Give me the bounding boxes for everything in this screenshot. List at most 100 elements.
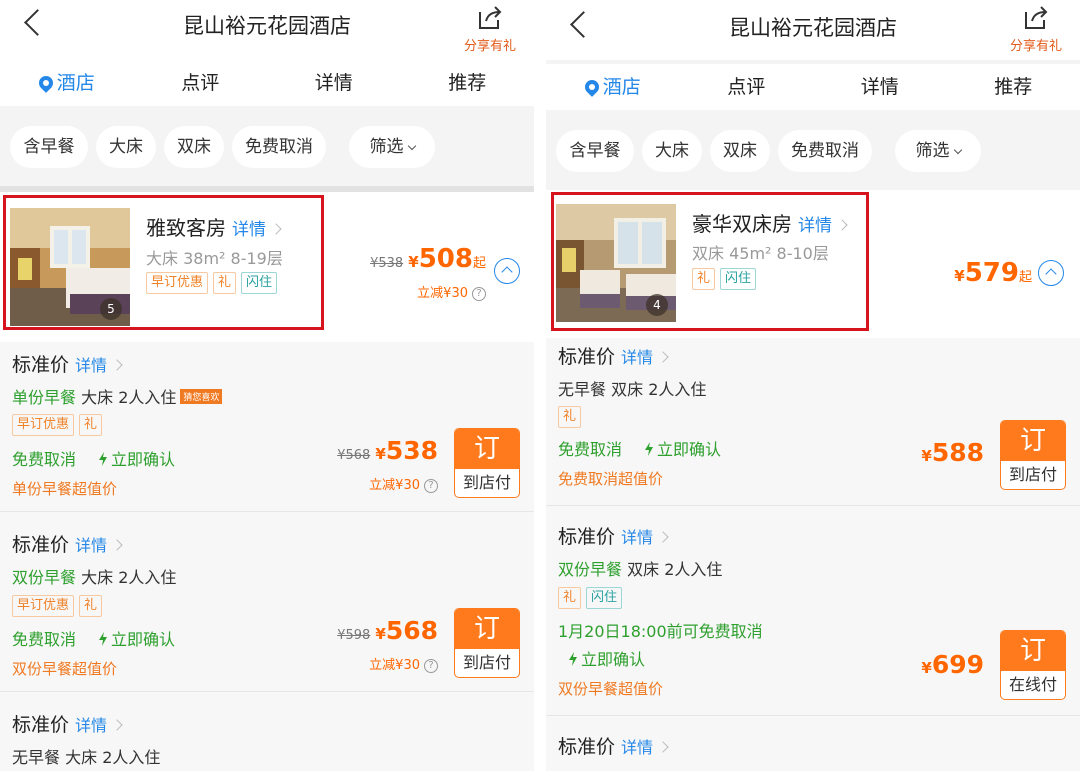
- collapse-chevron-up-icon[interactable]: [494, 258, 520, 284]
- lightning-icon: [645, 442, 654, 456]
- rate-title-row: 标准价 详情: [12, 530, 123, 557]
- currency-symbol: ¥: [375, 625, 386, 643]
- share-label: 分享有礼: [1009, 39, 1062, 54]
- meal-type: 双份早餐: [558, 560, 623, 579]
- book-button[interactable]: 订 在线付: [1000, 630, 1066, 700]
- tab-details[interactable]: 详情: [267, 60, 401, 106]
- rate-plan[interactable]: 标准价 详情 单份早餐 大床 2人入住 猜您喜欢 早订优惠 礼 免费取消 立即确认 单…: [0, 342, 534, 512]
- rate-title: 标准价: [12, 714, 70, 736]
- rate-plan[interactable]: 标准价 详情 双份早餐 双床 2人入住 礼 闪住 1月20日18:00前可免费取消…: [546, 506, 1080, 716]
- price-value: 508: [418, 244, 473, 274]
- help-icon[interactable]: ?: [424, 479, 438, 493]
- filter-more[interactable]: 筛选: [349, 126, 435, 168]
- panel-gap: [534, 0, 546, 771]
- rate-detail-link[interactable]: 详情: [621, 738, 653, 757]
- tab-label: 酒店: [56, 72, 95, 94]
- payment-type: 在线付: [1008, 675, 1057, 694]
- tab-details[interactable]: 详情: [813, 64, 947, 110]
- value-label: 单份早餐超值价: [12, 480, 118, 498]
- currency-symbol: ¥: [921, 447, 932, 465]
- share-icon: [479, 6, 502, 29]
- tab-recommend[interactable]: 推荐: [401, 60, 535, 106]
- chevron-right-icon: [111, 539, 123, 551]
- rate-tags: 早订优惠 礼: [12, 595, 103, 617]
- share-button[interactable]: 分享有礼: [1006, 2, 1066, 54]
- help-icon[interactable]: ?: [472, 287, 486, 301]
- book-button[interactable]: 订 到店付: [454, 428, 520, 498]
- share-button[interactable]: 分享有礼: [460, 2, 520, 54]
- filter-king-bed[interactable]: 大床: [642, 130, 702, 172]
- meal-type: 双份早餐: [12, 568, 77, 587]
- rate-plan[interactable]: 标准价 详情 无早餐 双床 2人入住 礼 免费取消 立即确认 免费取消超值价 ¥58…: [546, 338, 1080, 506]
- tag-gift: 礼: [79, 595, 103, 617]
- rate-detail-link[interactable]: 详情: [75, 356, 107, 375]
- nav-bar: 昆山裕元花园酒店 分享有礼: [0, 0, 534, 60]
- filter-more[interactable]: 筛选: [895, 130, 981, 172]
- original-price: ¥598: [337, 628, 371, 643]
- currency-symbol: ¥: [375, 445, 386, 463]
- help-icon[interactable]: ?: [424, 659, 438, 673]
- hotel-title: 昆山裕元花园酒店: [183, 14, 351, 38]
- rate-price: ¥598 ¥568: [337, 616, 438, 645]
- room-price: ¥579起: [954, 258, 1032, 288]
- rate-plan[interactable]: 标准价 详情: [546, 716, 1080, 771]
- discount-note: 立减¥30?: [369, 474, 438, 493]
- tab-recommend[interactable]: 推荐: [947, 64, 1080, 110]
- rate-title: 标准价: [558, 526, 616, 548]
- rate-tags: 早订优惠 礼: [12, 414, 103, 436]
- rate-title: 标准价: [12, 534, 70, 556]
- chevron-right-icon: [657, 351, 669, 363]
- price-from: 起: [1018, 270, 1032, 285]
- rate-price: ¥699: [921, 650, 984, 679]
- bed-info: 大床 2人入住: [81, 388, 177, 407]
- tag-flash-stay: 闪住: [586, 587, 623, 609]
- payment-type: 到店付: [1008, 465, 1057, 484]
- rate-price: ¥588: [921, 438, 984, 467]
- tag-gift: 礼: [558, 587, 582, 609]
- filter-free-cancel[interactable]: 免费取消: [232, 126, 326, 168]
- filter-free-cancel[interactable]: 免费取消: [778, 130, 872, 172]
- highlight-box: [551, 192, 869, 331]
- tab-label: 酒店: [602, 76, 641, 98]
- filter-more-label: 筛选: [915, 141, 950, 161]
- filter-breakfast[interactable]: 含早餐: [10, 126, 88, 168]
- right-screenshot: 昆山裕元花园酒店 分享有礼 酒店 点评 详情 推荐 含早餐 大床 双床 免费取消…: [546, 0, 1080, 771]
- filter-breakfast[interactable]: 含早餐: [556, 130, 634, 172]
- tab-reviews[interactable]: 点评: [134, 60, 268, 106]
- currency-symbol: ¥: [954, 267, 965, 285]
- book-button[interactable]: 订 到店付: [1000, 420, 1066, 490]
- rate-detail-link[interactable]: 详情: [621, 348, 653, 367]
- book-button[interactable]: 订 到店付: [454, 608, 520, 678]
- tab-reviews[interactable]: 点评: [680, 64, 814, 110]
- rate-title: 标准价: [558, 346, 616, 368]
- tag-gift: 礼: [558, 406, 582, 428]
- collapse-chevron-up-icon[interactable]: [1038, 260, 1064, 286]
- cancel-policy: 免费取消: [12, 450, 77, 469]
- instant-confirm: 立即确认: [111, 630, 176, 649]
- rate-detail-link[interactable]: 详情: [75, 536, 107, 555]
- rate-plan[interactable]: 标准价 详情 双份早餐 大床 2人入住 早订优惠 礼 免费取消 立即确认 双份早餐超…: [0, 512, 534, 692]
- rate-price: ¥568 ¥538: [337, 436, 438, 465]
- rate-detail-link[interactable]: 详情: [75, 716, 107, 735]
- filter-twin-bed[interactable]: 双床: [710, 130, 770, 172]
- rate-plan[interactable]: 标准价 详情 无早餐 大床 2人入住: [0, 692, 534, 771]
- rate-title-row: 标准价 详情: [558, 732, 669, 759]
- chevron-right-icon: [657, 741, 669, 753]
- price-value: 538: [385, 436, 438, 465]
- price-from: 起: [472, 256, 486, 271]
- bed-info: 大床 2人入住: [81, 568, 177, 587]
- location-pin-icon: [581, 77, 602, 97]
- value-label: 双份早餐超值价: [558, 680, 664, 698]
- filter-twin-bed[interactable]: 双床: [164, 126, 224, 168]
- tab-hotel[interactable]: 酒店: [0, 60, 134, 106]
- tab-hotel[interactable]: 酒店: [546, 64, 680, 110]
- chevron-right-icon: [111, 359, 123, 371]
- rate-meal-row: 单份早餐 大床 2人入住 猜您喜欢: [12, 384, 223, 408]
- guess-you-like-badge: 猜您喜欢: [180, 389, 223, 404]
- price-value: 579: [964, 258, 1019, 288]
- share-icon: [1025, 6, 1048, 29]
- rate-detail-link[interactable]: 详情: [621, 528, 653, 547]
- filter-king-bed[interactable]: 大床: [96, 126, 156, 168]
- book-label: 订: [1001, 421, 1065, 461]
- location-pin-icon: [35, 73, 56, 93]
